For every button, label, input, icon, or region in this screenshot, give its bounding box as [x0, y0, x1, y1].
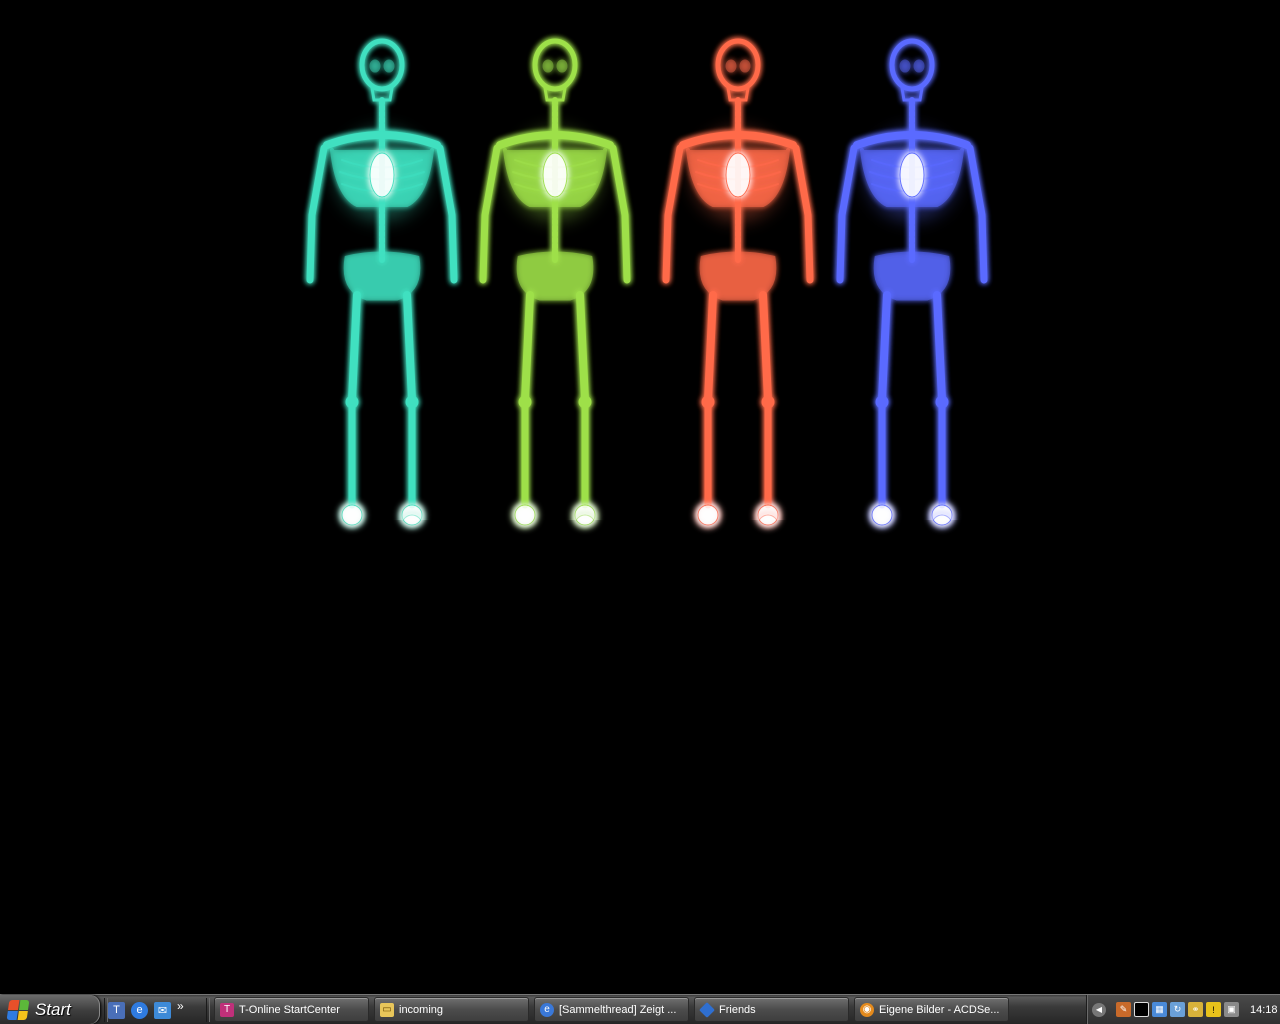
warning-icon[interactable]: !	[1206, 1002, 1221, 1017]
task-t-online-startcenter[interactable]: T T-Online StartCenter	[214, 997, 369, 1022]
task-label: [Sammelthread] Zeigt ...	[559, 1003, 677, 1016]
t-online-icon[interactable]: T	[108, 1001, 125, 1019]
taskbar-separator	[206, 998, 210, 1022]
internet-explorer-icon: e	[540, 1002, 554, 1017]
desktop	[0, 0, 1280, 994]
start-label: Start	[35, 999, 71, 1019]
internet-explorer-icon[interactable]: e	[131, 1001, 148, 1019]
connection-icon[interactable]: ⚭	[1188, 1002, 1203, 1017]
skeleton-figure	[840, 41, 984, 525]
acdsee-icon: ◉	[860, 1002, 874, 1017]
sync-icon[interactable]: ↻	[1170, 1002, 1185, 1017]
device-icon[interactable]: ▣	[1224, 1002, 1239, 1017]
black-square-icon[interactable]	[1134, 1002, 1149, 1017]
task-label: Eigene Bilder - ACDSe...	[879, 1003, 1000, 1016]
task-incoming[interactable]: ▭ incoming	[374, 997, 529, 1022]
task-label: Friends	[719, 1003, 756, 1016]
skeleton-reflection	[310, 515, 454, 994]
quick-launch-bar: T e ✉ »	[108, 998, 187, 1022]
tray-expand-icon[interactable]: ◀	[1092, 1002, 1106, 1017]
skeleton-reflection	[840, 515, 984, 994]
system-tray: ◀ ✎ ▦ ↻ ⚭ ! ▣ 14:18	[1086, 995, 1280, 1024]
skeleton-reflection	[666, 515, 810, 994]
t-online-icon: T	[220, 1002, 234, 1017]
network-icon[interactable]: ▦	[1152, 1002, 1167, 1017]
outlook-express-icon[interactable]: ✉	[154, 1001, 171, 1019]
task-friends[interactable]: Friends	[694, 997, 849, 1022]
taskbar: Start T e ✉ » T T-Online StartCenter ▭ i…	[0, 994, 1280, 1024]
task-label: T-Online StartCenter	[239, 1003, 340, 1016]
skeleton-figure	[666, 41, 810, 525]
folder-icon: ▭	[380, 1002, 394, 1017]
task-label: incoming	[399, 1003, 444, 1016]
messenger-icon	[699, 1001, 715, 1018]
task-eigene-bilder-acdsee[interactable]: ◉ Eigene Bilder - ACDSe...	[854, 997, 1009, 1022]
clock: 14:18	[1250, 1003, 1278, 1016]
windows-logo-icon	[6, 999, 30, 1020]
skeleton-reflection	[483, 515, 627, 994]
start-button[interactable]: Start	[0, 995, 100, 1024]
quick-launch-more-icon[interactable]: »	[177, 999, 187, 1013]
skeleton-wallpaper	[0, 0, 1280, 994]
edit-icon[interactable]: ✎	[1116, 1002, 1131, 1017]
skeleton-figure	[310, 41, 454, 525]
taskbar-separator	[104, 998, 108, 1022]
task-sammelthread[interactable]: e [Sammelthread] Zeigt ...	[534, 997, 689, 1022]
skeleton-figure	[483, 41, 627, 525]
